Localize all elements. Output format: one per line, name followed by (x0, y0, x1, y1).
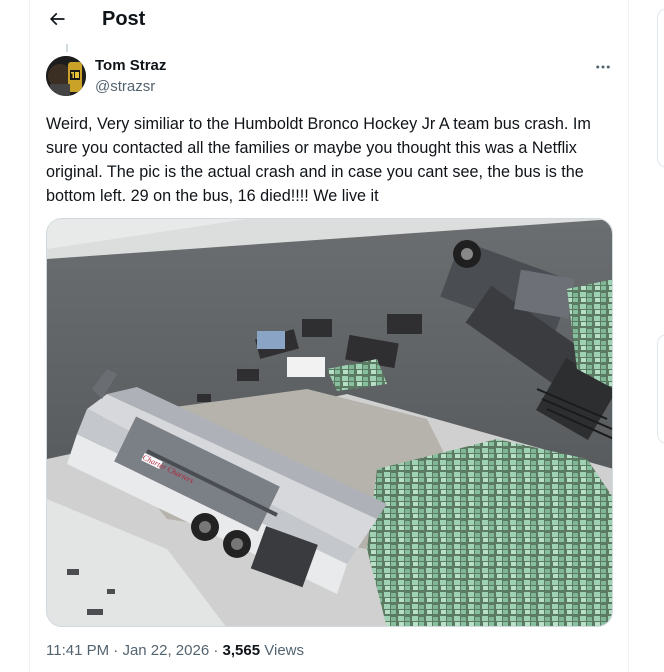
avatar-image (46, 56, 86, 96)
author-name[interactable]: Tom Straz (95, 57, 166, 75)
tweet-date[interactable]: Jan 22, 2026 (122, 642, 209, 659)
tweet-meta: 11:41 PM · Jan 22, 2026 · 3,565 Views (46, 642, 304, 660)
author-handle[interactable]: @strazsr (95, 78, 155, 96)
avatar[interactable] (46, 56, 86, 96)
tweet-text: Weird, Very similiar to the Humboldt Bro… (46, 115, 591, 205)
side-panel-card-2 (657, 334, 664, 444)
page-title: Post (102, 8, 146, 30)
views-count[interactable]: 3,565 (223, 642, 261, 659)
tweet-image[interactable]: Charter Charters (46, 218, 613, 627)
back-button[interactable] (40, 2, 74, 36)
arrow-left-icon (49, 12, 65, 26)
more-button[interactable] (592, 56, 614, 78)
views-label: Views (264, 642, 304, 659)
meta-separator-2: · (213, 642, 219, 659)
side-panel-card (657, 8, 664, 168)
meta-separator: · (113, 642, 119, 659)
post-column: Post Tom Straz @strazsr Weird, Very simi… (29, 0, 629, 672)
top-bar: Post (30, 0, 628, 36)
more-horizontal-icon (596, 65, 610, 69)
crash-photo: Charter Charters (47, 219, 612, 626)
tweet-time[interactable]: 11:41 PM (46, 642, 109, 659)
thread-connector (66, 44, 68, 52)
